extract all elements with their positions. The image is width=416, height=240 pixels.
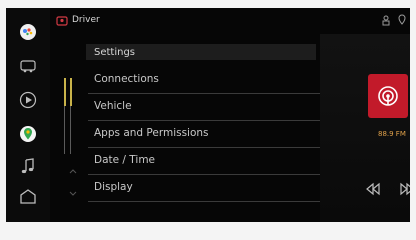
menu-item-label: Apps and Permissions [94, 127, 209, 139]
album-art[interactable] [368, 74, 408, 118]
profile-icon[interactable] [56, 15, 68, 27]
music-icon[interactable] [18, 156, 38, 176]
skip-previous-icon[interactable] [364, 182, 382, 196]
radio-tower-icon [378, 86, 398, 106]
menu-item-connections[interactable]: Connections [88, 67, 320, 94]
profile-name[interactable]: Driver [72, 15, 100, 25]
location-icon [398, 14, 406, 25]
assistant-icon[interactable] [18, 22, 38, 42]
menu-item-label: Date / Time [94, 154, 156, 166]
app-rail [6, 8, 50, 222]
station-label: 88.9 FM [378, 130, 406, 138]
menu-item-display[interactable]: Display [88, 175, 320, 202]
menu-item-date-time[interactable]: Date / Time [88, 148, 320, 175]
chevron-up-icon[interactable] [68, 166, 78, 176]
skip-next-icon[interactable] [398, 182, 410, 196]
page-title: Settings [94, 47, 136, 58]
play-circle-icon[interactable] [18, 90, 38, 110]
home-icon[interactable] [18, 186, 38, 206]
car-icon[interactable] [18, 56, 38, 76]
scrollbar-thumb[interactable] [64, 78, 72, 106]
status-bar: Driver [50, 8, 410, 36]
media-widget: 88.9 FM [320, 34, 410, 222]
infotainment-screen: Driver Settings Connections Vehicle Apps… [6, 8, 410, 222]
menu-item-label: Vehicle [94, 100, 132, 112]
user-status-icon [382, 15, 390, 26]
menu-item-vehicle[interactable]: Vehicle [88, 94, 320, 121]
chevron-down-icon[interactable] [68, 188, 78, 198]
maps-icon[interactable] [18, 124, 38, 144]
menu-item-label: Display [94, 181, 133, 193]
menu-item-apps-and-permissions[interactable]: Apps and Permissions [88, 121, 320, 148]
menu-item-label: Connections [94, 73, 159, 85]
